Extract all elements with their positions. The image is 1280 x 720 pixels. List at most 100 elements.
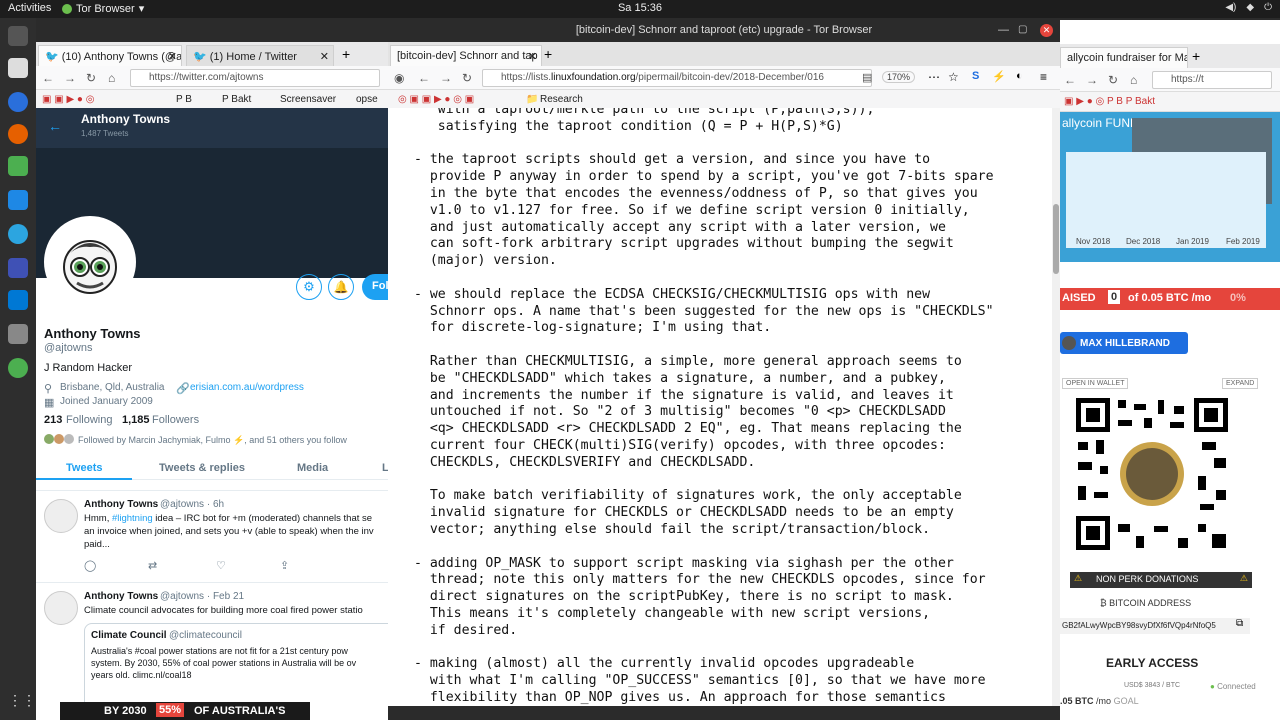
email-line: if desired. <box>406 622 518 638</box>
maximize-button[interactable]: ▢ <box>1018 24 1027 35</box>
tor-icon[interactable] <box>8 358 28 378</box>
qr-code[interactable] <box>1074 396 1230 552</box>
profile-link[interactable]: erisian.com.au/wordpress <box>190 382 304 393</box>
files-icon[interactable] <box>8 58 28 78</box>
copy-icon[interactable]: ⧉ <box>1236 618 1243 629</box>
email-line: To make batch verifiability of signature… <box>406 488 962 504</box>
reply-icon[interactable]: ◯ <box>84 559 96 572</box>
follower-avatars <box>44 434 74 447</box>
system-tray[interactable]: ◀) ◆ ⏻ <box>1225 2 1272 13</box>
clock[interactable]: Sa 15:36 <box>0 2 1280 14</box>
minimize-button[interactable]: — <box>998 24 1009 36</box>
home-button[interactable]: ⌂ <box>108 71 115 85</box>
bookmark-pbakt[interactable]: P Bakt <box>222 94 251 105</box>
app-menu[interactable]: Tor Browser ▾ <box>62 2 144 15</box>
tab-tweets-replies[interactable]: Tweets & replies <box>159 462 245 474</box>
reader-view-icon[interactable]: ▤ <box>862 71 872 84</box>
close-icon[interactable]: ✕ <box>528 50 537 63</box>
activities-button[interactable]: Activities <box>8 2 51 14</box>
url-input[interactable]: https://lists.linuxfoundation.org/piperm… <box>482 69 872 87</box>
bookmark-icons[interactable]: ▣ ▶ ● ◎ P B P Bakt <box>1064 96 1155 107</box>
like-icon[interactable]: ♡ <box>216 559 226 572</box>
bookmark-research[interactable]: Research <box>540 94 583 105</box>
menu-dots-icon[interactable]: ⋯ <box>928 70 940 84</box>
firefox-icon[interactable] <box>8 124 28 144</box>
tool-icon[interactable] <box>8 324 28 344</box>
tab-bitcoin-dev[interactable]: [bitcoin-dev] Schnorr and tap ✕ <box>390 45 542 66</box>
reload-button[interactable]: ↻ <box>86 71 96 85</box>
scrollbar[interactable] <box>1052 108 1060 706</box>
new-tab-button[interactable]: + <box>1192 48 1200 64</box>
vscode-icon[interactable] <box>8 290 28 310</box>
retweet-icon[interactable]: ⇄ <box>148 559 157 572</box>
close-window-button[interactable]: ✕ <box>1040 24 1053 37</box>
tweet-author[interactable]: Anthony Towns <box>84 591 158 602</box>
following-label[interactable]: Following <box>66 414 112 426</box>
signal-icon[interactable] <box>8 190 28 210</box>
new-tab-button[interactable]: + <box>544 46 552 62</box>
fundraiser-header: allycoin FUNDRAISER Nov 2018 Dec 2018 Jan … <box>1060 112 1280 262</box>
notifications-icon[interactable]: 🔔 <box>328 274 354 300</box>
tweet[interactable]: Anthony Towns @ajtowns · 6h Hmm, #lightn… <box>36 490 388 580</box>
followers-label[interactable]: Followers <box>152 414 199 426</box>
profile-avatar[interactable] <box>44 216 136 308</box>
open-in-wallet-button[interactable]: OPEN IN WALLET <box>1062 378 1129 389</box>
tab-fundraiser[interactable]: allycoin fundraiser for Max Hilleb <box>1060 47 1188 68</box>
tab-tweets[interactable]: Tweets <box>66 462 102 474</box>
tweet-avatar[interactable] <box>44 591 78 625</box>
tweet-author[interactable]: Anthony Towns <box>84 499 158 510</box>
tab-media[interactable]: Media <box>297 462 328 474</box>
show-apps-icon[interactable]: ⋮⋮ <box>8 692 36 712</box>
url-input[interactable]: https://twitter.com/ajtowns <box>130 69 380 87</box>
tweet-avatar[interactable] <box>44 499 78 533</box>
app-icon[interactable] <box>8 258 28 278</box>
bookmark-icon[interactable]: ▣ ▣ ▶ ● ◎ <box>42 94 94 105</box>
bookmark-icons[interactable]: ◎ ▣ ▣ ▶ ● ◎ ▣ <box>398 94 474 105</box>
settings-icon[interactable]: ⚙ <box>296 274 322 300</box>
followers-count[interactable]: 1,185 <box>122 414 150 426</box>
forward-button[interactable]: → <box>64 71 76 85</box>
back-arrow-icon[interactable]: ← <box>48 118 62 134</box>
browser-icon[interactable] <box>8 92 28 112</box>
app-icon[interactable] <box>8 156 28 176</box>
expand-button[interactable]: EXPAND <box>1222 378 1259 389</box>
email-line: can soft-fork arbitrary script upgrades … <box>406 236 954 252</box>
forward-button[interactable]: → <box>1086 73 1098 87</box>
following-count[interactable]: 213 <box>44 414 62 426</box>
bookmark-opse[interactable]: opse <box>356 94 378 105</box>
hashtag-link[interactable]: #lightning <box>112 513 153 524</box>
followed-by[interactable]: Followed by Marcin Jachymiak, Fulmo ⚡, a… <box>78 435 347 446</box>
back-button[interactable]: ← <box>418 71 430 85</box>
follow-button[interactable]: Fol <box>362 274 388 300</box>
tweet-text-line3: paid... <box>84 539 110 550</box>
back-button[interactable]: ← <box>42 71 54 85</box>
reload-button[interactable]: ↻ <box>1108 73 1118 87</box>
extension-icon[interactable]: ⚡ <box>992 70 1006 83</box>
hamburger-menu-icon[interactable]: ≡ <box>1040 70 1047 84</box>
launcher-icon[interactable] <box>8 26 28 46</box>
new-tab-button[interactable]: + <box>342 46 350 62</box>
telegram-icon[interactable] <box>8 224 28 244</box>
home-button[interactable]: ⌂ <box>1130 73 1137 87</box>
tweet[interactable]: Anthony Towns @ajtowns · Feb 21 Climate … <box>36 582 388 720</box>
close-icon[interactable]: ✕ <box>168 50 177 63</box>
max-hillebrand-button[interactable]: MAX HILLEBRAND <box>1060 332 1188 354</box>
bookmark-screensaver[interactable]: Screensaver <box>280 94 336 105</box>
bookmark-star-icon[interactable]: ☆ <box>948 70 959 84</box>
zoom-level[interactable]: 170% <box>882 71 916 83</box>
back-button[interactable]: ← <box>1064 73 1076 87</box>
extension-icon[interactable]: S <box>972 70 979 82</box>
scrollbar-thumb[interactable] <box>1053 204 1059 274</box>
reload-button[interactable]: ↻ <box>462 71 472 85</box>
tab-twitter-home[interactable]: 🐦 (1) Home / Twitter ✕ <box>186 45 334 66</box>
email-line: v1.0 to v1.127 for free. So if we define… <box>406 202 970 218</box>
bitcoin-address-field[interactable]: GB2fALwyWpcBY98svyDfXf6fVQp4rNfoQ5 <box>1060 618 1250 634</box>
forward-button[interactable]: → <box>440 71 452 85</box>
onion-icon[interactable]: ◉ <box>394 71 404 85</box>
close-icon[interactable]: ✕ <box>320 50 329 63</box>
darkmode-icon[interactable]: ◐ <box>1016 70 1023 82</box>
tab-twitter-profile[interactable]: 🐦 (10) Anthony Towns (@a ✕ <box>38 45 182 66</box>
share-icon[interactable]: ⇪ <box>280 559 289 572</box>
url-input[interactable]: https://t <box>1152 71 1272 89</box>
bookmark-pb[interactable]: P B <box>176 94 192 105</box>
